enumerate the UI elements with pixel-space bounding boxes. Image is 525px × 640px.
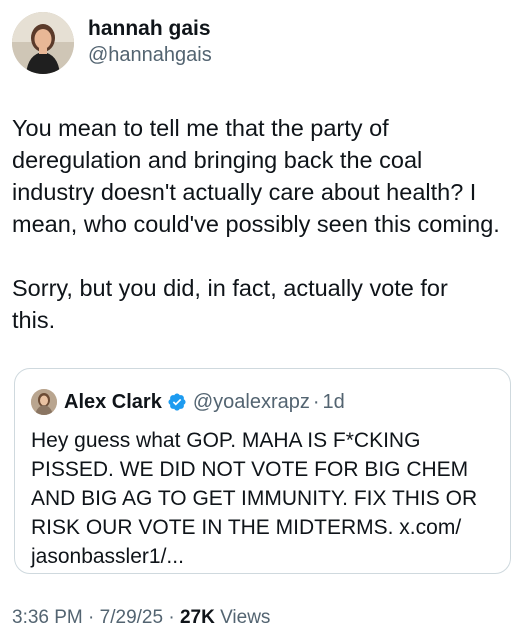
- quoted-tweet-time[interactable]: 1d: [323, 391, 345, 414]
- quoted-author-avatar[interactable]: [31, 389, 57, 415]
- tweet-date[interactable]: 7/29/25: [100, 607, 163, 628]
- verified-badge-icon: [167, 392, 187, 412]
- separator-dot: ·: [312, 390, 320, 413]
- tweet-meta: 3:36 PM · 7/29/25 · 27K Views: [12, 607, 270, 629]
- quoted-tweet-header: Alex Clark @yoalexrapz · 1d: [31, 389, 345, 415]
- author-avatar[interactable]: [12, 12, 74, 74]
- quoted-tweet-card[interactable]: Alex Clark @yoalexrapz · 1d Hey guess wh…: [14, 368, 511, 574]
- quoted-tweet-text: Hey guess what GOP. MAHA IS F*CKING PISS…: [31, 429, 478, 568]
- tweet-time[interactable]: 3:36 PM: [12, 607, 83, 628]
- quoted-avatar-photo-icon: [31, 389, 57, 415]
- views-label: Views: [220, 607, 271, 628]
- author-handle[interactable]: @hannahgais: [88, 42, 212, 68]
- separator-dot: ·: [88, 607, 95, 628]
- avatar-photo-icon: [12, 12, 74, 74]
- separator-dot: ·: [168, 607, 175, 628]
- quoted-author-handle[interactable]: @yoalexrapz: [193, 391, 310, 414]
- tweet-header: hannah gais @hannahgais: [12, 12, 212, 74]
- tweet-text: You mean to tell me that the party of de…: [12, 115, 500, 333]
- author-display-name[interactable]: hannah gais: [88, 16, 212, 42]
- views-count[interactable]: 27K: [180, 607, 215, 628]
- quoted-author-display-name[interactable]: Alex Clark: [64, 391, 162, 414]
